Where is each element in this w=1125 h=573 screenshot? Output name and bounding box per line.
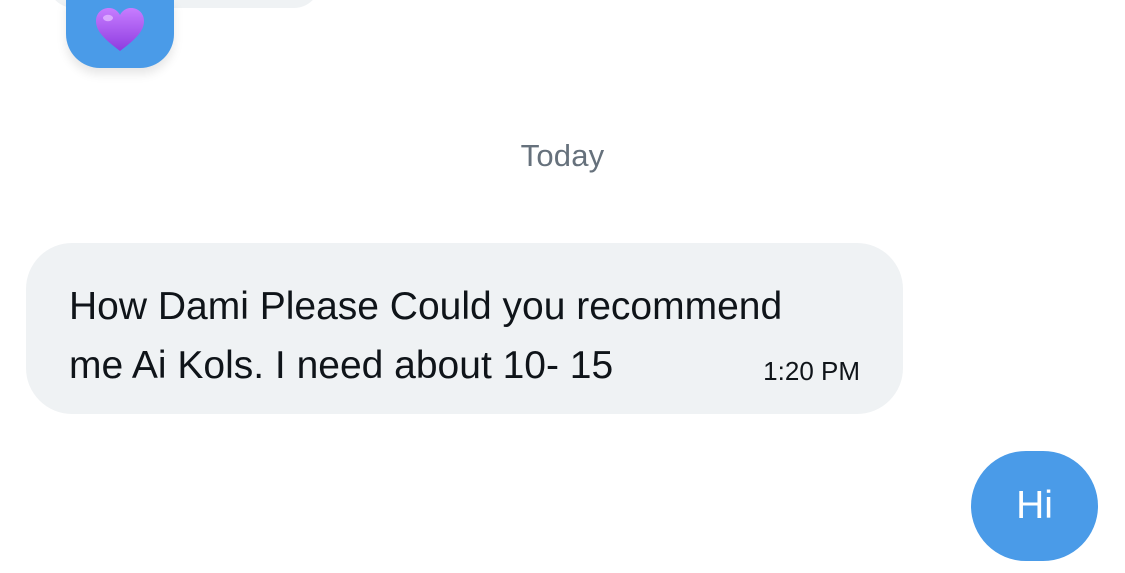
incoming-message-bubble[interactable]: How Dami Please Could you recommend me A… <box>26 243 903 414</box>
message-text: Hi <box>1016 484 1053 527</box>
message-line-1: How Dami Please Could you recommend <box>69 285 783 328</box>
message-timestamp: 1:20 PM <box>763 356 860 386</box>
date-separator: Today <box>520 138 605 173</box>
reaction-pill[interactable] <box>66 0 174 68</box>
message-text: How Dami Please Could you recommend me A… <box>69 277 869 395</box>
purple-heart-icon <box>96 8 144 51</box>
chat-thread: Today How Dami Please Could you recommen… <box>0 0 1125 573</box>
outgoing-message-bubble[interactable]: Hi <box>971 451 1098 561</box>
message-line-2: me Ai Kols. I need about 10- 15 <box>69 344 614 387</box>
